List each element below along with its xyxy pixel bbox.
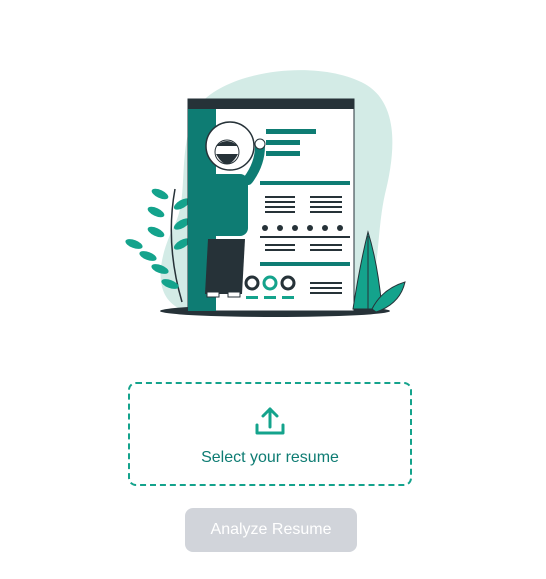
select-resume-label: Select your resume	[201, 449, 339, 466]
resume-illustration	[125, 70, 406, 317]
resume-upload-page: Select your resume Analyze Resume	[0, 0, 546, 579]
resume-dropzone[interactable]: Select your resume	[128, 382, 412, 486]
upload-icon	[255, 407, 285, 435]
resume-header-bar	[188, 99, 354, 109]
analyze-resume-button[interactable]: Analyze Resume	[185, 508, 357, 552]
